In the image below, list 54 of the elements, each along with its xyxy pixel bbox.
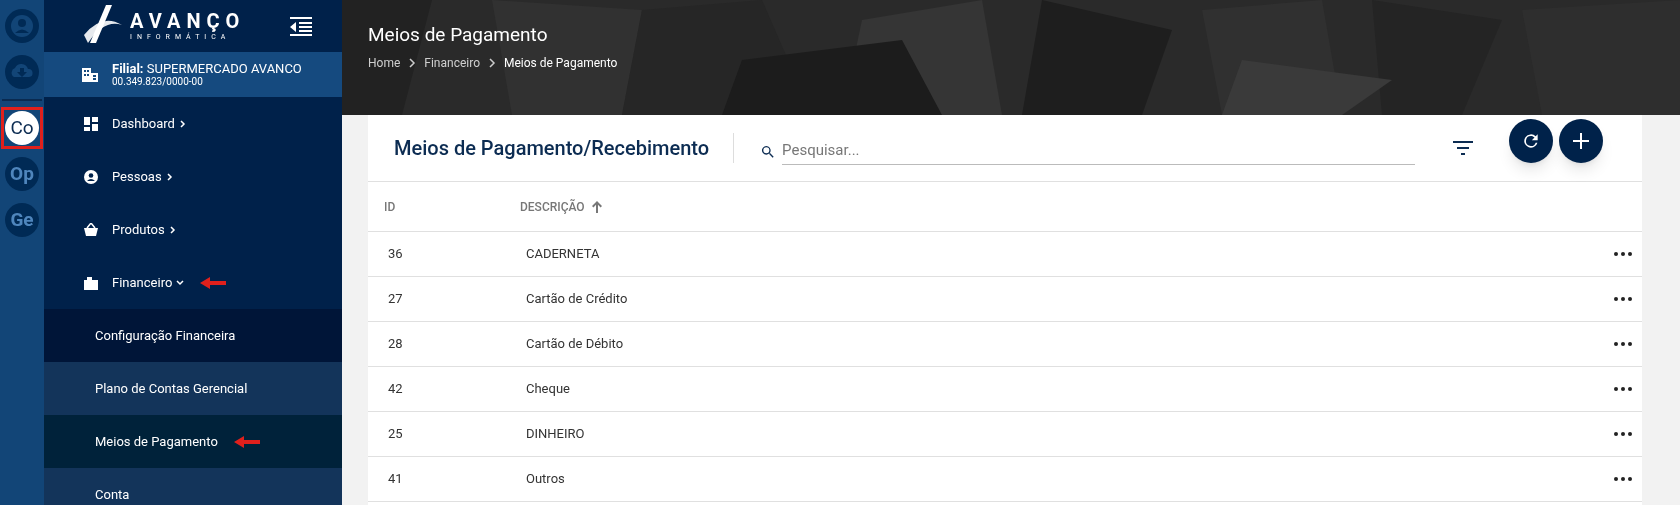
table-cell-text: 25	[387, 425, 404, 444]
menu-item[interactable]: Financeiro	[112, 272, 185, 293]
menu-item[interactable]: Dashboard	[112, 113, 187, 134]
menu-item[interactable]: Produtos	[112, 219, 177, 240]
table-cell-text: DINHEIRO	[525, 425, 586, 444]
table-cell-text: 27	[387, 290, 404, 309]
search-field[interactable]: Pesquisar...	[782, 139, 1416, 165]
basket-icon	[84, 222, 98, 237]
table-cell-text: 42	[387, 380, 404, 399]
branch-name: Filial: SUPERMERCADO AVANCO	[112, 61, 302, 76]
more-options-icon[interactable]	[1614, 387, 1632, 391]
breadcrumb-item[interactable]: Home	[368, 54, 401, 72]
menu-item[interactable]: Pessoas	[112, 166, 174, 187]
person-icon	[84, 169, 98, 184]
column-header[interactable]: ID	[384, 197, 396, 216]
chevron-right-icon	[408, 58, 417, 68]
branch-id: 00.349.823/0000-00	[112, 76, 204, 88]
column-header[interactable]: DESCRIÇÃO	[520, 197, 585, 216]
table-cell-text: Cartão de Débito	[525, 335, 625, 354]
dashboard-icon	[84, 116, 98, 131]
more-options-icon[interactable]	[1614, 297, 1632, 301]
building-icon	[82, 67, 98, 82]
add-button[interactable]	[1559, 119, 1604, 163]
table-cell-text: Cheque	[525, 380, 571, 399]
search-icon	[760, 143, 777, 160]
sort-up-icon[interactable]	[590, 200, 603, 213]
breadcrumb-item[interactable]: Financeiro	[424, 54, 480, 72]
module-button[interactable]: Ge	[5, 203, 39, 237]
more-options-icon[interactable]	[1614, 432, 1632, 436]
folder-icon	[84, 275, 98, 290]
submenu-item[interactable]: Meios de Pagamento	[44, 415, 342, 468]
breadcrumb-item: Meios de Pagamento	[504, 55, 618, 72]
card-title: Meios de Pagamento/Recebimento	[394, 133, 735, 163]
table-cell-text: 41	[387, 470, 404, 489]
submenu-item[interactable]: Configuração Financeira	[44, 309, 342, 362]
more-options-icon[interactable]	[1614, 342, 1632, 346]
table-cell-text: Cartão de Crédito	[525, 290, 629, 309]
table-cell-text: 28	[387, 335, 404, 354]
filter-icon[interactable]	[1453, 141, 1474, 155]
plus-icon	[1573, 133, 1590, 149]
module-button[interactable]: Op	[5, 157, 39, 191]
chevron-right-icon	[488, 58, 496, 68]
refresh-button[interactable]	[1509, 119, 1554, 163]
module-button[interactable]: Co	[5, 111, 39, 145]
submenu-item[interactable]: Plano de Contas Gerencial	[44, 362, 342, 415]
logo-title: AVANÇO	[130, 10, 246, 32]
more-options-icon[interactable]	[1614, 477, 1632, 481]
table-cell-text: Outros	[525, 470, 566, 489]
submenu-item[interactable]: Conta	[44, 468, 342, 505]
more-options-icon[interactable]	[1614, 252, 1632, 256]
table-cell-text: CADERNETA	[525, 245, 601, 264]
table-cell-text: 36	[387, 245, 404, 264]
collapse-menu-icon[interactable]	[290, 16, 312, 36]
page-title: Meios de Pagamento	[368, 22, 549, 48]
